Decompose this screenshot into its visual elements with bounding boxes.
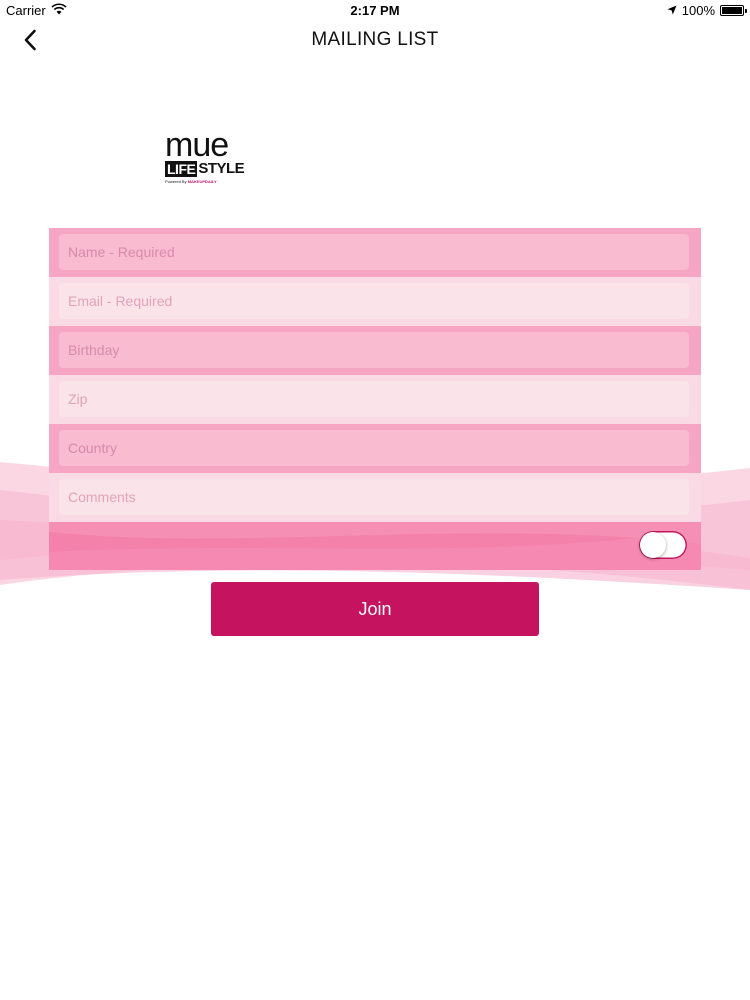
page-title: MAILING LIST [311,29,439,50]
form-row-email [49,277,701,326]
location-arrow-icon [667,3,677,18]
subscribe-toggle[interactable] [639,531,687,559]
mailing-list-form [49,228,701,570]
toggle-knob [640,532,666,558]
form-row-birthday [49,326,701,375]
status-bar: Carrier 2:17 PM 100% [0,0,750,20]
mue-lifestyle-logo: mue LIFE STYLE Powered By MAKEUPDAILY [165,126,251,188]
email-field[interactable] [59,283,689,319]
form-row-country [49,424,701,473]
status-time: 2:17 PM [350,3,400,18]
form-row-zip [49,375,701,424]
join-button[interactable]: Join [211,582,539,636]
toggle-row-wave [49,522,701,570]
navigation-bar: MAILING LIST [0,20,750,62]
status-right: 100% [667,3,747,18]
birthday-field[interactable] [59,332,689,368]
logo-lifestyle-row: LIFE STYLE [165,160,251,178]
logo-powered-by: Powered By MAKEUPDAILY [165,179,251,184]
country-field[interactable] [59,430,689,466]
logo-style-text: STYLE [198,160,245,177]
form-row-toggle [49,522,701,570]
logo-mue-text: mue [165,126,229,164]
battery-level [722,7,742,14]
logo-brand: MAKEUPDAILY [187,179,217,184]
comments-field[interactable] [59,479,689,515]
form-row-comments [49,473,701,522]
name-field[interactable] [59,234,689,270]
logo-powered-label: Powered By [165,179,187,184]
mailing-list-screen: Carrier 2:17 PM 100% MAILING LIST mue LI… [0,0,750,1000]
battery-icon [720,5,747,16]
form-row-name [49,228,701,277]
zip-field[interactable] [59,381,689,417]
battery-percent: 100% [681,3,715,18]
logo-life-text: LIFE [165,161,198,177]
